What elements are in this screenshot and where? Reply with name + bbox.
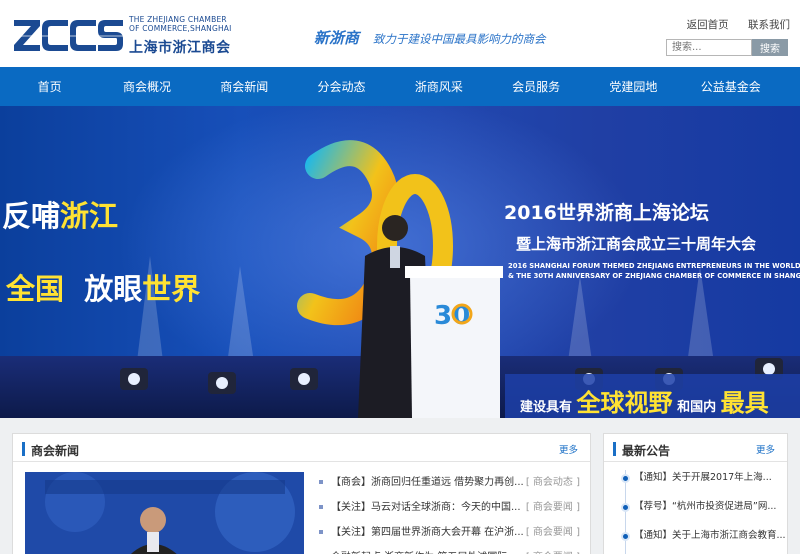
- contact-us-link[interactable]: 联系我们: [748, 19, 790, 31]
- search-button[interactable]: 搜索: [752, 39, 788, 56]
- banner-slogan-word1: 反哺: [2, 199, 61, 233]
- nav-item-style[interactable]: 浙商风采: [390, 78, 487, 95]
- banner-bottom-part2: 全球视野: [576, 389, 673, 417]
- banner-english-caption: 2016 SHANGHAI FORUM THEMED ZHEJIANG ENTR…: [508, 261, 800, 281]
- section-marker-icon: [613, 442, 616, 456]
- banner-subtitle: 暨上海市浙江商会成立三十周年大会: [516, 235, 757, 253]
- notice-panel: 最新公告 更多 【通知】关于开展2017年上海... 【荐号】“杭州市投资促进局…: [603, 433, 788, 554]
- news-panel: 商会新闻 更多 【商会】浙商回归任重道远 借势聚力再创... [ 商会动态 ]: [12, 433, 591, 554]
- news-item-category[interactable]: [ 商会要闻 ]: [526, 520, 580, 545]
- banner-bottom-part1: 建设具有: [520, 400, 573, 415]
- nav-item-home[interactable]: 首页: [1, 78, 98, 95]
- content-area: 商会新闻 更多 【商会】浙商回归任重道远 借势聚力再创... [ 商会动态 ]: [0, 418, 800, 554]
- banner-bottom-part3: 和国内: [677, 400, 717, 415]
- nav-item-news[interactable]: 商会新闻: [196, 78, 293, 95]
- notice-item[interactable]: 【通知】关于开展2017年上海...: [612, 470, 782, 499]
- notice-item[interactable]: 【通知】关于上海市浙江商会教育...: [612, 528, 786, 554]
- banner-bottom-slogan: 建设具有 全球视野 和国内 最具: [520, 383, 769, 418]
- news-list: 【商会】浙商回归任重道远 借势聚力再创... [ 商会动态 ] 【关注】马云对话…: [319, 470, 584, 554]
- notice-panel-header: 最新公告 更多: [604, 434, 787, 462]
- nav-item-member-service[interactable]: 会员服务: [487, 78, 584, 95]
- banner-slogan-line1: 反哺浙江: [2, 193, 118, 235]
- news-item[interactable]: 【关注】马云对话全球浙商：今天的中国... [ 商会要闻 ]: [319, 495, 584, 520]
- banner-slogan-word4: 放眼: [84, 272, 143, 306]
- bullet-icon: [319, 480, 323, 484]
- notice-more-link[interactable]: 更多: [756, 442, 775, 456]
- timeline-dot-icon: [621, 474, 630, 483]
- banner-english-line2: & THE 30TH ANNIVERSARY OF ZHEJIANG CHAMB…: [508, 272, 800, 280]
- notice-list: 【通知】关于开展2017年上海... 【荐号】“杭州市投资促进局”网... 【通…: [612, 470, 786, 554]
- nav-item-branch[interactable]: 分会动态: [293, 78, 390, 95]
- news-item-title[interactable]: 【关注】第四届世界浙商大会开幕 在沪浙...: [331, 520, 524, 545]
- logo-chinese-name: 上海市浙江商会: [129, 40, 231, 56]
- banner-slogan-line2: 全国 放眼世界: [6, 266, 200, 308]
- nav-item-party[interactable]: 党建园地: [585, 78, 682, 95]
- banner-title: 2016世界浙商上海论坛: [504, 202, 709, 224]
- news-item-category[interactable]: [ 商会动态 ]: [526, 470, 580, 495]
- back-home-link[interactable]: 返回首页: [687, 19, 729, 31]
- news-item[interactable]: 【商会】浙商回归任重道远 借势聚力再创... [ 商会动态 ]: [319, 470, 584, 495]
- top-links: 返回首页 联系我们: [671, 17, 790, 32]
- logo-english-name: THE ZHEJIANG CHAMBER OF COMMERCE,SHANGHA…: [129, 15, 232, 33]
- notice-item-title[interactable]: 【通知】关于开展2017年上海...: [634, 470, 772, 486]
- slogan-main: 新浙商: [314, 29, 360, 47]
- banner-slogan-word3: 全国: [6, 272, 65, 306]
- header-slogan: 新浙商 致力于建设中国最具影响力的商会: [314, 27, 546, 48]
- news-photo-graphic: [25, 472, 304, 554]
- timeline-dot-icon: [621, 503, 630, 512]
- news-item-title[interactable]: 【关注】马云对话全球浙商：今天的中国...: [331, 495, 521, 520]
- search-input[interactable]: [666, 39, 752, 56]
- bullet-icon: [319, 505, 323, 509]
- banner-english-line1: 2016 SHANGHAI FORUM THEMED ZHEJIANG ENTR…: [508, 262, 800, 270]
- notice-item-title[interactable]: 【通知】关于上海市浙江商会教育...: [634, 528, 786, 544]
- banner-slogan-word2: 浙江: [60, 199, 119, 233]
- banner-slogan-word5: 世界: [142, 272, 201, 306]
- news-panel-header: 商会新闻 更多: [13, 434, 590, 462]
- news-more-link[interactable]: 更多: [559, 442, 578, 456]
- notice-item-title[interactable]: 【荐号】“杭州市投资促进局”网...: [634, 499, 776, 515]
- site-logo[interactable]: THE ZHEJIANG CHAMBER OF COMMERCE,SHANGHA…: [12, 13, 244, 57]
- nav-item-overview[interactable]: 商会概况: [98, 78, 195, 95]
- notice-item[interactable]: 【荐号】“杭州市投资促进局”网...: [612, 499, 782, 528]
- news-item-title[interactable]: 【商会】浙商回归任重道远 借势聚力再创...: [331, 470, 524, 495]
- main-nav: 首页 商会概况 商会新闻 分会动态 浙商风采 会员服务 党建园地 公益基金会: [0, 67, 800, 106]
- bullet-icon: [319, 530, 323, 534]
- news-item[interactable]: 【关注】第四届世界浙商大会开幕 在沪浙... [ 商会要闻 ]: [319, 520, 584, 545]
- news-item-title[interactable]: 金融新起点 浙商新作为 第五届外滩国际...: [331, 545, 517, 554]
- slogan-sub: 致力于建设中国最具影响力的商会: [373, 32, 546, 46]
- search-box: 搜索: [666, 39, 788, 56]
- news-item[interactable]: 金融新起点 浙商新作为 第五届外滩国际... [ 商会要闻 ]: [319, 545, 584, 554]
- news-item-category[interactable]: [ 商会要闻 ]: [526, 545, 580, 554]
- news-item-category[interactable]: [ 商会要闻 ]: [526, 495, 580, 520]
- news-panel-title: 商会新闻: [31, 444, 80, 458]
- nav-item-foundation[interactable]: 公益基金会: [682, 78, 779, 95]
- hero-banner[interactable]: 30 反哺浙江 全国 放眼世界 2016世界浙商上海论坛 暨上海市浙江商会成立三…: [0, 106, 800, 418]
- site-header: THE ZHEJIANG CHAMBER OF COMMERCE,SHANGHA…: [0, 0, 800, 67]
- section-marker-icon: [22, 442, 25, 456]
- timeline-dot-icon: [621, 532, 630, 541]
- news-featured-image[interactable]: [25, 472, 304, 554]
- banner-bottom-part4: 最具: [720, 389, 769, 417]
- notice-panel-title: 最新公告: [622, 444, 671, 458]
- zccs-logo-icon: [14, 20, 123, 51]
